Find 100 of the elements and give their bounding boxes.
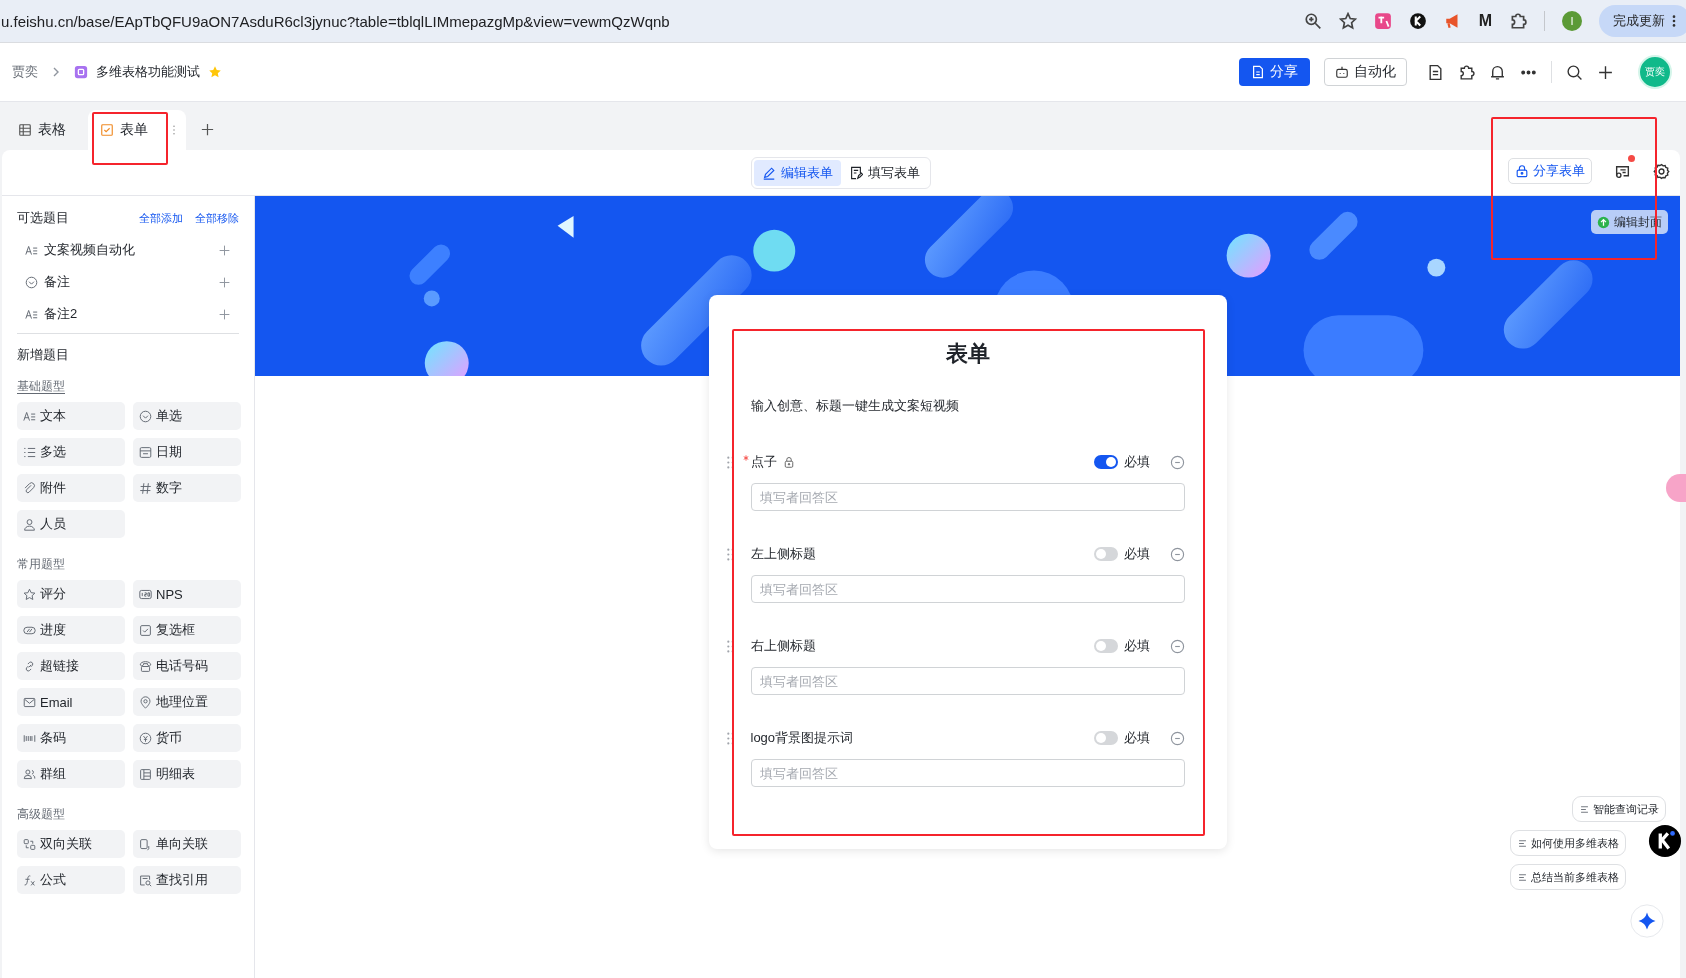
calendar-icon bbox=[139, 445, 152, 459]
suggestion-chip[interactable]: 总结当前多维表格 bbox=[1510, 864, 1626, 890]
required-label: 必填 bbox=[1123, 453, 1150, 471]
field-type-button[interactable]: 数字 bbox=[133, 474, 241, 502]
field-type-button[interactable]: 条码 bbox=[17, 724, 125, 752]
two-links-icon bbox=[23, 837, 36, 851]
optional-field-item[interactable]: 备注2 bbox=[17, 298, 239, 330]
answer-field[interactable]: 填写者回答区 bbox=[750, 667, 1185, 695]
chevron-right-icon bbox=[52, 66, 60, 78]
field-type-button[interactable]: 多选 bbox=[17, 438, 125, 466]
form-title[interactable]: 表单 bbox=[750, 339, 1185, 369]
share-button[interactable]: 分享 bbox=[1239, 58, 1310, 86]
field-label[interactable]: 左上侧标题 bbox=[750, 545, 816, 563]
automation-button[interactable]: 自动化 bbox=[1324, 58, 1407, 86]
optional-field-item[interactable]: 文案视频自动化 bbox=[17, 234, 239, 266]
suggestion-chip[interactable]: 智能查询记录 bbox=[1572, 796, 1666, 822]
required-toggle[interactable] bbox=[1093, 639, 1118, 653]
field-type-button[interactable]: 单向关联 bbox=[133, 830, 241, 858]
remove-icon[interactable] bbox=[1169, 546, 1185, 562]
optional-field-item[interactable]: 备注 bbox=[17, 266, 239, 298]
required-toggle[interactable] bbox=[1093, 547, 1118, 561]
grid-icon bbox=[18, 123, 32, 137]
search-icon[interactable] bbox=[1566, 63, 1583, 81]
field-type-button[interactable]: 查找引用 bbox=[133, 866, 241, 894]
required-toggle[interactable] bbox=[1093, 455, 1118, 469]
circle-extension-icon[interactable] bbox=[1408, 12, 1427, 30]
star-icon[interactable] bbox=[208, 65, 222, 79]
field-type-button[interactable]: 附件 bbox=[17, 474, 125, 502]
required-label: 必填 bbox=[1123, 729, 1150, 747]
field-type-button[interactable]: 单选 bbox=[133, 402, 241, 430]
view-tab[interactable]: 表单 bbox=[88, 110, 186, 150]
sparkle-button-icon[interactable] bbox=[1630, 904, 1664, 938]
translate-extension-icon[interactable] bbox=[1373, 12, 1392, 30]
form-description[interactable]: 输入创意、标题一键生成文案短视频 bbox=[750, 397, 1185, 415]
form-icon bbox=[100, 123, 114, 137]
field-type-button[interactable]: 货币 bbox=[133, 724, 241, 752]
suggestion-chip[interactable]: 如何使用多维表格 bbox=[1510, 830, 1626, 856]
star-icon bbox=[23, 587, 36, 601]
text-format-icon bbox=[25, 243, 38, 257]
field-type-button[interactable]: 明细表 bbox=[133, 760, 241, 788]
document-search-icon bbox=[139, 873, 152, 887]
mode-tab[interactable]: 编辑表单 bbox=[754, 159, 841, 186]
field-label[interactable]: 点子 bbox=[750, 453, 777, 471]
field-type-button[interactable]: 双向关联 bbox=[17, 830, 125, 858]
person-icon bbox=[23, 517, 36, 531]
bookmark-star-icon[interactable] bbox=[1338, 12, 1357, 30]
share-form-button[interactable]: 分享表单 bbox=[1508, 158, 1592, 184]
paperclip-icon bbox=[23, 481, 36, 495]
field-type-button[interactable]: 复选框 bbox=[133, 616, 241, 644]
breadcrumb-link[interactable]: 贾奕 bbox=[12, 63, 38, 81]
field-type-button[interactable]: NPS bbox=[133, 580, 241, 608]
puzzle-icon[interactable] bbox=[1509, 12, 1527, 30]
table-icon bbox=[139, 767, 152, 781]
lock-icon bbox=[1515, 164, 1529, 178]
address-bar[interactable]: u.feishu.cn/base/EApTbQFU9aON7AsduR6cl3jynuc?table=tblqlLIMmepazgMp&view=vewmQzWqnb bbox=[0, 12, 670, 30]
field-type-button[interactable]: 文本 bbox=[17, 402, 125, 430]
document-icon[interactable] bbox=[1427, 63, 1444, 81]
field-type-button[interactable]: 超链接 bbox=[17, 652, 125, 680]
lines-icon bbox=[1517, 837, 1528, 849]
zoom-icon[interactable] bbox=[1303, 12, 1322, 30]
plus-icon[interactable] bbox=[1597, 63, 1614, 81]
remove-icon[interactable] bbox=[1169, 730, 1185, 746]
answer-field[interactable]: 填写者回答区 bbox=[750, 483, 1185, 511]
puzzle-icon[interactable] bbox=[1458, 63, 1475, 81]
link-icon bbox=[23, 659, 36, 673]
robot-icon bbox=[1335, 65, 1349, 79]
document-title[interactable]: 多维表格功能测试 bbox=[96, 63, 200, 81]
circle-chevron-icon bbox=[25, 275, 38, 289]
field-type-button[interactable]: 进度 bbox=[17, 616, 125, 644]
add-all-link[interactable]: 全部添加 bbox=[139, 210, 183, 226]
answer-field[interactable]: 填写者回答区 bbox=[750, 575, 1185, 603]
field-type-button[interactable]: 公式 bbox=[17, 866, 125, 894]
text-format-icon bbox=[23, 409, 36, 423]
required-label: 必填 bbox=[1123, 545, 1150, 563]
view-tab[interactable]: 表格 bbox=[6, 110, 78, 150]
field-type-button[interactable]: 人员 bbox=[17, 510, 125, 538]
update-button[interactable]: 完成更新 bbox=[1599, 5, 1686, 37]
field-type-button[interactable]: 日期 bbox=[133, 438, 241, 466]
pencil-icon bbox=[762, 165, 776, 180]
k-avatar-icon[interactable] bbox=[1648, 824, 1682, 858]
field-label[interactable]: logo背景图提示词 bbox=[750, 729, 854, 747]
field-type-button[interactable]: 地理位置 bbox=[133, 688, 241, 716]
remove-icon[interactable] bbox=[1169, 638, 1185, 654]
field-type-button[interactable]: 电话号码 bbox=[133, 652, 241, 680]
add-tab-icon[interactable] bbox=[200, 122, 215, 137]
field-label[interactable]: 右上侧标题 bbox=[750, 637, 816, 655]
mode-tab[interactable]: 填写表单 bbox=[841, 159, 928, 186]
one-link-icon bbox=[139, 837, 152, 851]
field-type-button[interactable]: Email bbox=[17, 688, 125, 716]
settings-icon[interactable] bbox=[1653, 162, 1670, 180]
answer-field[interactable]: 填写者回答区 bbox=[750, 759, 1185, 787]
remove-icon[interactable] bbox=[1169, 454, 1185, 470]
bell-icon[interactable] bbox=[1489, 63, 1506, 81]
section-title: 可选题目 bbox=[17, 209, 69, 227]
field-type-button[interactable]: 评分 bbox=[17, 580, 125, 608]
remove-all-link[interactable]: 全部移除 bbox=[195, 210, 239, 226]
extension-letter[interactable]: M bbox=[1478, 12, 1492, 30]
menu-icon[interactable] bbox=[1672, 14, 1676, 28]
field-type-button[interactable]: 群组 bbox=[17, 760, 125, 788]
required-toggle[interactable] bbox=[1093, 731, 1118, 745]
